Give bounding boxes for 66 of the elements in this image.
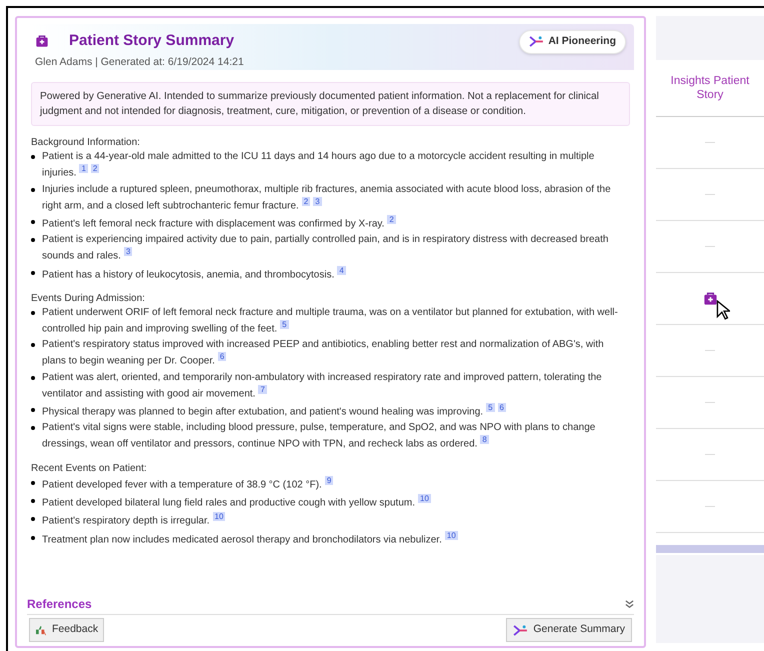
bullet-icon [31,343,35,348]
summary-bullet-text: Patient's vital signs were stable, including blood pressure, pulse, temperature, and SpO2, and was NPO with plans to change dressings, wean off ventilator and pressors, continue NPO with TPN, and recheck labs as ordered. $^{8}$ [42,421,596,452]
section-heading: Recent Events on Patient: [31,462,148,476]
summary-bullet-text: Patient developed bilateral lung field rales and productive cough with yellow sputum. $^{10}$ [42,494,431,510]
table-cell-text: — [705,240,715,254]
thumbs-icon [35,624,48,636]
summary-bullet-text: Patient's respiratory depth is irregular. $^{10}$ [42,512,226,529]
citation-link[interactable]: 4 [337,266,346,275]
medical-bag-icon [702,291,718,306]
spark-icon [513,624,528,636]
bullet-icon [31,238,35,242]
cursor-icon [716,300,730,320]
bullet-icon [31,155,35,160]
citation-link[interactable]: 7 [258,384,267,394]
subtitle: Glen Adams | Generated at: 6/19/2024 14:21 [35,54,244,70]
bullet-icon [31,426,35,430]
references-header[interactable]: References [27,595,634,616]
feedback-button[interactable]: Feedback [29,618,104,642]
bullet-icon [31,498,35,503]
bullet-icon [31,188,35,192]
table-cell-text: — [705,136,715,150]
column-header[interactable]: Insights Patient Story [656,60,764,117]
table-cell-text: — [705,448,715,462]
citation-link[interactable]: 2 [90,164,100,174]
bullet-icon [31,220,35,224]
citation-link[interactable]: 8 [480,435,489,444]
bullet-icon [31,310,35,315]
table-cell-text: — [705,500,715,514]
bullet-icon [31,376,35,380]
table-cell-text: — [705,344,715,358]
citation-link[interactable]: 1 [79,164,88,174]
summary-bullet-text: Treatment plan now includes medicated aerosol therapy and bronchodilators via nebulizer. $^{10}$ [42,530,458,547]
card-title: Patient Story Summary [69,31,234,51]
summary-bullet-text: Patient developed fever with a temperature of 38.9 °C (102 °F). $^{9}$ [42,476,334,492]
citation-link[interactable]: 6 [498,402,506,412]
bullet-icon [31,536,35,540]
table-cell-text: — [705,396,715,410]
spark-icon [529,36,544,48]
citation-link[interactable]: 6 [218,352,226,362]
citation-link[interactable]: 3 [124,247,132,256]
section-heading: Background Information: [31,136,141,150]
summary-bullet-text: Patient was alert, oriented, and temporarily non-ambulatory with increased respiratory rate and improved pattern, tolerating the ventilator and assisting with good air movement. $^{7}$ [42,370,603,401]
citation-link[interactable]: 10 [212,512,226,522]
citation-link[interactable]: 5 [280,320,289,329]
bullet-icon [31,480,35,485]
citation-link[interactable]: 9 [324,476,334,485]
citation-link[interactable]: 3 [313,196,322,206]
ai-badge: AI Pioneering [519,30,626,54]
citation-link[interactable]: 2 [302,196,310,206]
citation-link[interactable]: 2 [387,214,396,224]
table-cell-text: — [705,188,715,202]
section-heading: Events During Admission: [31,292,146,306]
citation-link[interactable]: 10 [418,494,431,503]
citation-link[interactable]: 10 [444,530,458,540]
summary-bullet-text: Patient's respiratory status improved with increased PEEP and antibiotics, enabling better rest and normalization of ABG's, with plans to begin weaning per Dr. Cooper. $^{6}$ [42,338,605,369]
summary-bullet-text: Patient has a history of leukocytosis, anemia, and thrombocytosis. $^{4}$ [42,266,346,282]
citation-link[interactable]: 5 [486,402,495,412]
disclaimer: Powered by Generative AI. Intended to summarize previously documented patient information. Not a replacement for clinical judgment and not intended for diagnosis, treatment, cure, mitigation, or prevention of a disease or condition. [31,82,630,126]
summary-bullet-text: Patient underwent ORIF of left femoral neck fracture and multiple trauma, was on a ventilator but planned for extubation, with well-controlled hip pain and improving swelling of the feet. $^{5}$ [42,306,619,336]
bullet-icon [31,270,35,275]
bullet-icon [31,408,35,412]
medical-bag-icon [35,34,49,48]
generate-summary-button[interactable]: Generate Summary [506,618,632,642]
summary-bullet-text: Patient's left femoral neck fracture with displacement was confirmed by X-ray. $^{2}$ [42,214,396,232]
summary-bullet-text: Patient is experiencing impaired activity due to pain, partially controlled pain, and is in respiratory distress with decreased breath sounds and rales. $^{3}$ [42,233,610,264]
bullet-icon [31,517,35,522]
